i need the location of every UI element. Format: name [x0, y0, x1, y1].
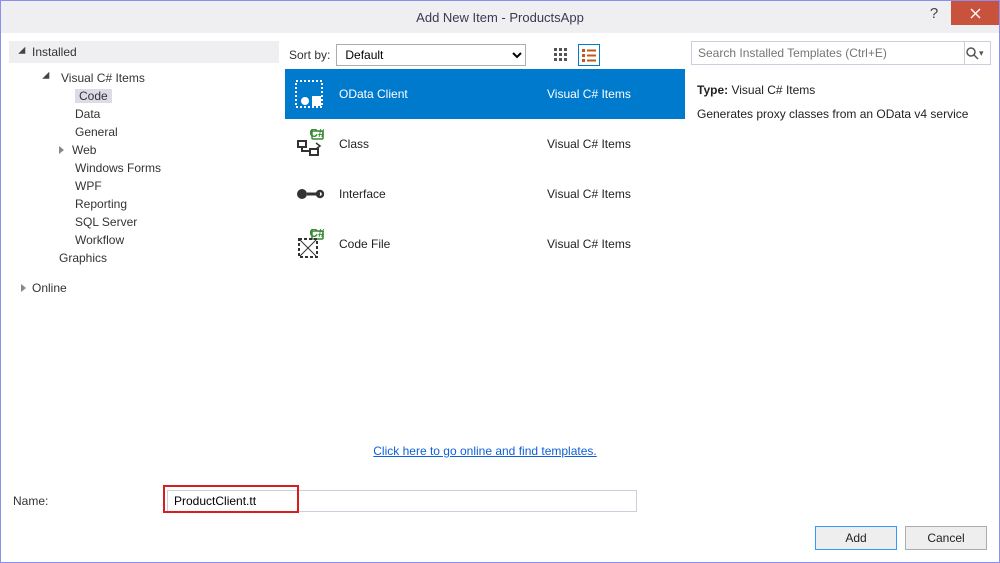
tree-node-code[interactable]: Code — [9, 87, 279, 105]
installed-label: Installed — [32, 45, 77, 59]
template-panel: Sort by: Default OData Client — [285, 41, 685, 476]
template-category: Visual C# Items — [547, 187, 677, 201]
view-small-icons-button[interactable] — [550, 44, 572, 66]
template-name: Class — [339, 137, 533, 151]
tree-label: General — [75, 125, 118, 139]
search-icon — [966, 47, 979, 60]
expand-icon — [59, 146, 64, 154]
online-header[interactable]: Online — [9, 277, 279, 299]
interface-icon — [293, 178, 325, 210]
tree-node-graphics[interactable]: Graphics — [9, 249, 279, 267]
online-templates-link-row: Click here to go online and find templat… — [285, 432, 685, 476]
tree-node-data[interactable]: Data — [9, 105, 279, 123]
description-text: Generates proxy classes from an OData v4… — [697, 105, 985, 123]
tree-label: Code — [75, 89, 112, 103]
online-label: Online — [32, 281, 67, 295]
search-button[interactable]: ▾ — [965, 41, 991, 65]
template-category: Visual C# Items — [547, 237, 677, 251]
category-panel: Installed Visual C# Items Code Data Gene… — [9, 41, 279, 476]
template-category: Visual C# Items — [547, 137, 677, 151]
sort-select[interactable]: Default — [336, 44, 526, 66]
tree-label: WPF — [75, 179, 102, 193]
tree-label: Web — [72, 143, 96, 157]
tree-node-workflow[interactable]: Workflow — [9, 231, 279, 249]
button-row: Add Cancel — [13, 512, 987, 550]
tree-node-visual-csharp-items[interactable]: Visual C# Items — [9, 69, 279, 87]
sort-bar: Sort by: Default — [285, 41, 685, 69]
window-title: Add New Item - ProductsApp — [1, 10, 999, 25]
class-icon: C# — [293, 128, 325, 160]
tree-node-reporting[interactable]: Reporting — [9, 195, 279, 213]
svg-text:C#: C# — [309, 129, 324, 140]
help-button[interactable]: ? — [917, 1, 951, 25]
expand-icon — [18, 47, 29, 58]
template-category: Visual C# Items — [547, 87, 677, 101]
type-label: Type: — [697, 83, 728, 97]
tree-label: Windows Forms — [75, 161, 161, 175]
installed-header[interactable]: Installed — [9, 41, 279, 63]
template-description: Type: Visual C# Items Generates proxy cl… — [691, 69, 991, 135]
template-name: Interface — [339, 187, 533, 201]
template-item-interface[interactable]: Interface Visual C# Items — [285, 169, 685, 219]
close-button[interactable] — [951, 1, 999, 25]
tree-label: Graphics — [59, 251, 107, 265]
template-name: OData Client — [339, 87, 533, 101]
tree-node-wpf[interactable]: WPF — [9, 177, 279, 195]
template-name: Code File — [339, 237, 533, 251]
cancel-button[interactable]: Cancel — [905, 526, 987, 550]
tree-label: Data — [75, 107, 100, 121]
tree-node-web[interactable]: Web — [9, 141, 279, 159]
category-tree: Visual C# Items Code Data General Web Wi… — [9, 63, 279, 277]
expand-icon — [42, 72, 53, 83]
window-controls: ? — [917, 1, 999, 25]
tree-label: Workflow — [75, 233, 124, 247]
odata-client-icon — [293, 78, 325, 110]
name-row: Name: — [13, 490, 987, 512]
template-item-code-file[interactable]: C# Code File Visual C# Items — [285, 219, 685, 269]
tree-node-sql-server[interactable]: SQL Server — [9, 213, 279, 231]
sort-label: Sort by: — [289, 48, 330, 62]
template-item-class[interactable]: C# Class Visual C# Items — [285, 119, 685, 169]
template-list: OData Client Visual C# Items C# Class Vi… — [285, 69, 685, 432]
name-label: Name: — [13, 494, 159, 508]
tree-label: SQL Server — [75, 215, 137, 229]
bottom-panel: Name: Add Cancel — [1, 484, 999, 562]
grid-small-icon — [554, 48, 568, 62]
template-item-odata-client[interactable]: OData Client Visual C# Items — [285, 69, 685, 119]
code-file-icon: C# — [293, 228, 325, 260]
add-button[interactable]: Add — [815, 526, 897, 550]
dialog-body: Installed Visual C# Items Code Data Gene… — [1, 33, 999, 484]
tree-node-general[interactable]: General — [9, 123, 279, 141]
type-value: Visual C# Items — [731, 83, 815, 97]
chevron-down-icon: ▾ — [979, 48, 989, 59]
search-input[interactable] — [691, 41, 965, 65]
close-icon — [970, 8, 981, 19]
details-panel: ▾ Type: Visual C# Items Generates proxy … — [691, 41, 991, 476]
highlight-box — [163, 485, 299, 513]
view-list-button[interactable] — [578, 44, 600, 66]
online-templates-link[interactable]: Click here to go online and find templat… — [373, 444, 596, 458]
tree-node-windows-forms[interactable]: Windows Forms — [9, 159, 279, 177]
dialog-window: Add New Item - ProductsApp ? Installed V… — [0, 0, 1000, 563]
titlebar: Add New Item - ProductsApp ? — [1, 1, 999, 33]
type-row: Type: Visual C# Items — [697, 81, 985, 99]
tree-label: Reporting — [75, 197, 127, 211]
expand-icon — [21, 284, 26, 292]
list-icon — [582, 48, 596, 62]
tree-label: Visual C# Items — [61, 71, 145, 85]
search-row: ▾ — [691, 41, 991, 69]
